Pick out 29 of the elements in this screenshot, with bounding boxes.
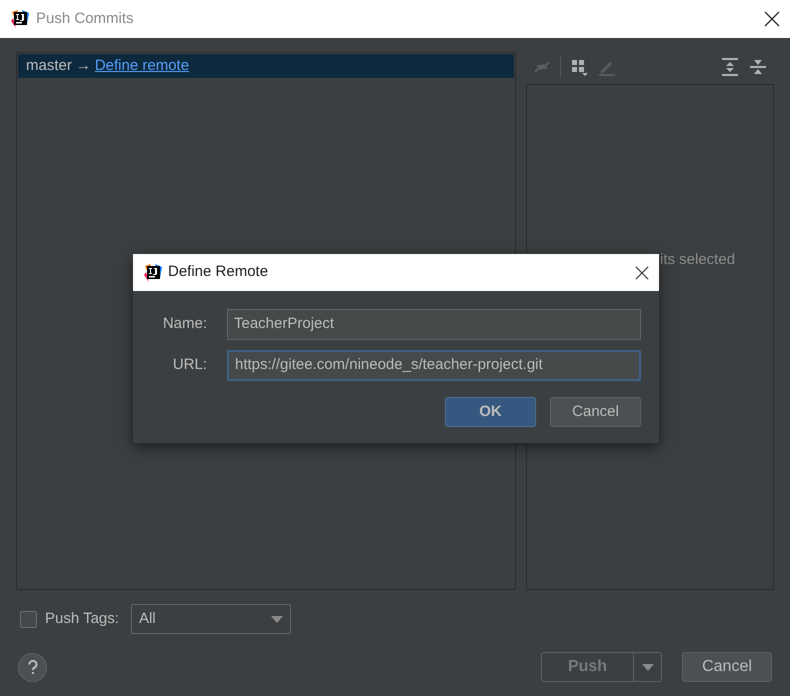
- question-mark-icon: [28, 660, 38, 674]
- grid-icon[interactable]: [569, 57, 589, 77]
- cancel-button[interactable]: Cancel: [682, 652, 772, 682]
- field-label: URL:: [172, 355, 207, 376]
- dropdown-arrow-icon: [270, 616, 283, 622]
- dialog-title: Define Remote: [168, 262, 270, 282]
- app-logo-icon: [143, 262, 163, 282]
- checkbox[interactable]: [20, 610, 37, 628]
- help-button[interactable]: [18, 652, 47, 682]
- push-options-button[interactable]: [634, 652, 662, 682]
- checkbox-label: Push Tags:: [45, 608, 119, 629]
- tags-dropdown[interactable]: All: [130, 604, 291, 634]
- expand-all-icon[interactable]: [720, 57, 740, 77]
- caret-icon: [642, 664, 654, 670]
- branch-name: master: [26, 56, 72, 76]
- collapse-all-icon[interactable]: [748, 57, 768, 77]
- text-field[interactable]: TeacherProject: [227, 309, 641, 340]
- window-title: Push Commits: [36, 8, 135, 29]
- close-icon[interactable]: [764, 11, 780, 27]
- ok-button[interactable]: OK: [445, 397, 536, 427]
- text-field[interactable]: https://gitee.com/nineode_s/teacher-project.git: [227, 350, 641, 381]
- arrow-text: →: [76, 56, 91, 76]
- app-logo-icon: [10, 9, 30, 29]
- empty-state-text: its selected: [660, 251, 736, 268]
- define-remote-link[interactable]: Define remote: [94, 54, 190, 78]
- field-label: Name:: [162, 314, 207, 334]
- close-icon[interactable]: [635, 266, 649, 280]
- cancel-button[interactable]: Cancel: [550, 397, 641, 427]
- branch-row[interactable]: master → Define remote: [18, 54, 514, 78]
